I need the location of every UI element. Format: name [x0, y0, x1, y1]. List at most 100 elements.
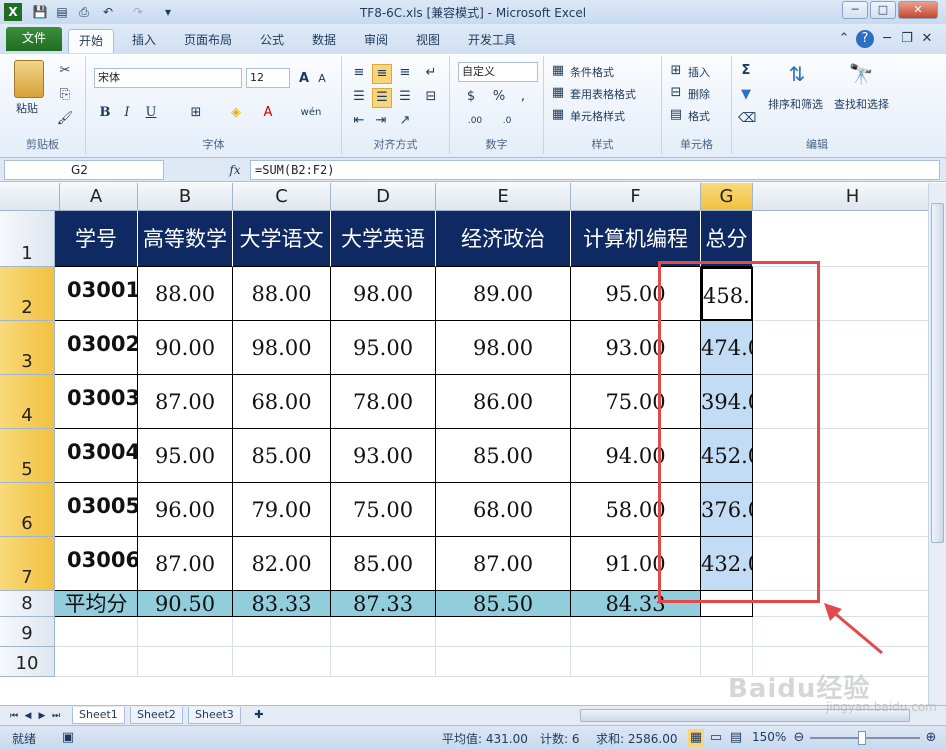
- borders-icon[interactable]: ⊞: [186, 104, 206, 122]
- score-cell[interactable]: 87.00: [138, 537, 233, 591]
- score-cell[interactable]: 98.00: [233, 321, 331, 375]
- row-header-4[interactable]: 4: [0, 375, 55, 429]
- cut-icon[interactable]: ✂: [56, 62, 74, 80]
- header-cell[interactable]: 大学语文: [233, 211, 331, 267]
- sheet-tab-2[interactable]: Sheet2: [130, 707, 183, 724]
- normal-view-icon[interactable]: ▦: [688, 729, 704, 747]
- cell-styles-button[interactable]: 单元格样式: [570, 108, 625, 124]
- increase-decimal-icon[interactable]: .00: [462, 112, 488, 130]
- format-table-button[interactable]: 套用表格格式: [570, 86, 636, 102]
- tab-file[interactable]: 文件: [6, 27, 62, 51]
- tab-review[interactable]: 审阅: [354, 29, 398, 53]
- score-cell[interactable]: 82.00: [233, 537, 331, 591]
- fill-color-icon[interactable]: ◈: [226, 104, 246, 122]
- align-bottom-icon[interactable]: ≡: [396, 64, 414, 82]
- row-header-2[interactable]: 2: [0, 267, 55, 321]
- vertical-scroll-thumb[interactable]: [931, 203, 944, 543]
- average-cell[interactable]: 87.33: [331, 591, 436, 617]
- empty-cell[interactable]: [55, 647, 138, 677]
- minimize-button[interactable]: ─: [842, 1, 868, 19]
- score-cell[interactable]: 78.00: [331, 375, 436, 429]
- header-cell[interactable]: 学号: [55, 211, 138, 267]
- row-header-1[interactable]: 1: [0, 211, 55, 267]
- zoom-level[interactable]: 150%: [752, 730, 786, 744]
- student-id-cell[interactable]: 03003: [55, 375, 138, 429]
- row-header-5[interactable]: 5: [0, 429, 55, 483]
- autosum-icon[interactable]: Σ: [738, 62, 754, 80]
- row-header-7[interactable]: 7: [0, 537, 55, 591]
- paste-icon[interactable]: [14, 60, 44, 98]
- empty-cell[interactable]: [138, 617, 233, 647]
- score-cell[interactable]: 98.00: [331, 267, 436, 321]
- score-cell[interactable]: 96.00: [138, 483, 233, 537]
- workbook-restore-icon[interactable]: ❐: [900, 30, 914, 48]
- zoom-slider-thumb[interactable]: [858, 731, 866, 745]
- student-id-cell[interactable]: 03006: [55, 537, 138, 591]
- row-header-9[interactable]: 9: [0, 617, 55, 647]
- student-id-cell[interactable]: 03004: [55, 429, 138, 483]
- student-id-cell[interactable]: 03001: [55, 267, 138, 321]
- italic-button[interactable]: I: [118, 104, 136, 122]
- score-cell[interactable]: 87.00: [138, 375, 233, 429]
- header-cell[interactable]: 经济政治: [436, 211, 571, 267]
- average-label[interactable]: 平均分: [55, 591, 138, 617]
- bold-button[interactable]: B: [96, 104, 114, 122]
- score-cell[interactable]: 85.00: [436, 429, 571, 483]
- comma-style-icon[interactable]: ,: [514, 88, 532, 106]
- ribbon-collapse-icon[interactable]: ⌃: [836, 30, 852, 48]
- first-sheet-icon[interactable]: ⏮: [8, 707, 20, 725]
- shrink-font-icon[interactable]: A: [314, 70, 330, 88]
- row-header-10[interactable]: 10: [0, 647, 55, 677]
- zoom-out-icon[interactable]: ⊖: [792, 729, 806, 747]
- percent-icon[interactable]: %: [490, 88, 508, 106]
- score-cell[interactable]: 95.00: [331, 321, 436, 375]
- prev-sheet-icon[interactable]: ◀: [22, 707, 34, 725]
- row-header-6[interactable]: 6: [0, 483, 55, 537]
- align-right-icon[interactable]: ☰: [396, 88, 414, 106]
- insert-function-icon[interactable]: fx: [226, 161, 244, 179]
- new-sheet-icon[interactable]: ✚: [250, 706, 268, 724]
- conditional-format-button[interactable]: 条件格式: [570, 64, 614, 80]
- score-cell[interactable]: 90.00: [138, 321, 233, 375]
- last-sheet-icon[interactable]: ⏭: [50, 707, 62, 725]
- score-cell[interactable]: 87.00: [436, 537, 571, 591]
- format-cells-button[interactable]: 格式: [688, 108, 710, 124]
- macro-record-icon[interactable]: ▣: [60, 729, 76, 747]
- tab-developer[interactable]: 开发工具: [458, 29, 526, 53]
- sort-filter-button[interactable]: 排序和筛选: [768, 96, 823, 112]
- number-format-select[interactable]: 自定义: [458, 62, 538, 82]
- column-header-f[interactable]: F: [571, 183, 701, 211]
- score-cell[interactable]: 89.00: [436, 267, 571, 321]
- sheet-tab-3[interactable]: Sheet3: [188, 707, 241, 724]
- close-button[interactable]: ✕: [898, 1, 938, 19]
- empty-cell[interactable]: [436, 647, 571, 677]
- tab-view[interactable]: 视图: [406, 29, 450, 53]
- clear-icon[interactable]: ⌫: [738, 110, 756, 128]
- average-cell[interactable]: 85.50: [436, 591, 571, 617]
- worksheet-grid[interactable]: ABCDEFGH 1 2 3 4 5 6 7 8 9 10 学号 高等数学 大学语文 大学英语 经济政治计…: [0, 183, 946, 705]
- score-cell[interactable]: 68.00: [436, 483, 571, 537]
- score-cell[interactable]: 79.00: [233, 483, 331, 537]
- align-center-icon[interactable]: ☰: [372, 88, 392, 108]
- paste-button[interactable]: 粘贴: [16, 100, 38, 116]
- column-header-d[interactable]: D: [331, 183, 436, 211]
- student-id-cell[interactable]: 03002: [55, 321, 138, 375]
- formula-input[interactable]: =SUM(B2:F2): [250, 160, 940, 180]
- grow-font-icon[interactable]: A: [296, 70, 312, 88]
- header-cell[interactable]: 总分: [701, 211, 753, 267]
- font-size-select[interactable]: 12: [246, 68, 290, 88]
- copy-icon[interactable]: ⎘: [56, 86, 74, 104]
- score-cell[interactable]: 98.00: [436, 321, 571, 375]
- decrease-decimal-icon[interactable]: .0: [494, 112, 520, 130]
- insert-cells-button[interactable]: 插入: [688, 64, 710, 80]
- tab-insert[interactable]: 插入: [122, 29, 166, 53]
- tab-page-layout[interactable]: 页面布局: [174, 29, 242, 53]
- score-cell[interactable]: 93.00: [331, 429, 436, 483]
- align-middle-icon[interactable]: ≡: [372, 64, 392, 84]
- font-name-select[interactable]: 宋体: [94, 68, 242, 88]
- align-top-icon[interactable]: ≡: [350, 64, 368, 82]
- average-cell[interactable]: 90.50: [138, 591, 233, 617]
- phonetic-icon[interactable]: wén: [300, 104, 322, 122]
- underline-button[interactable]: U: [142, 104, 160, 122]
- empty-cell[interactable]: [436, 617, 571, 647]
